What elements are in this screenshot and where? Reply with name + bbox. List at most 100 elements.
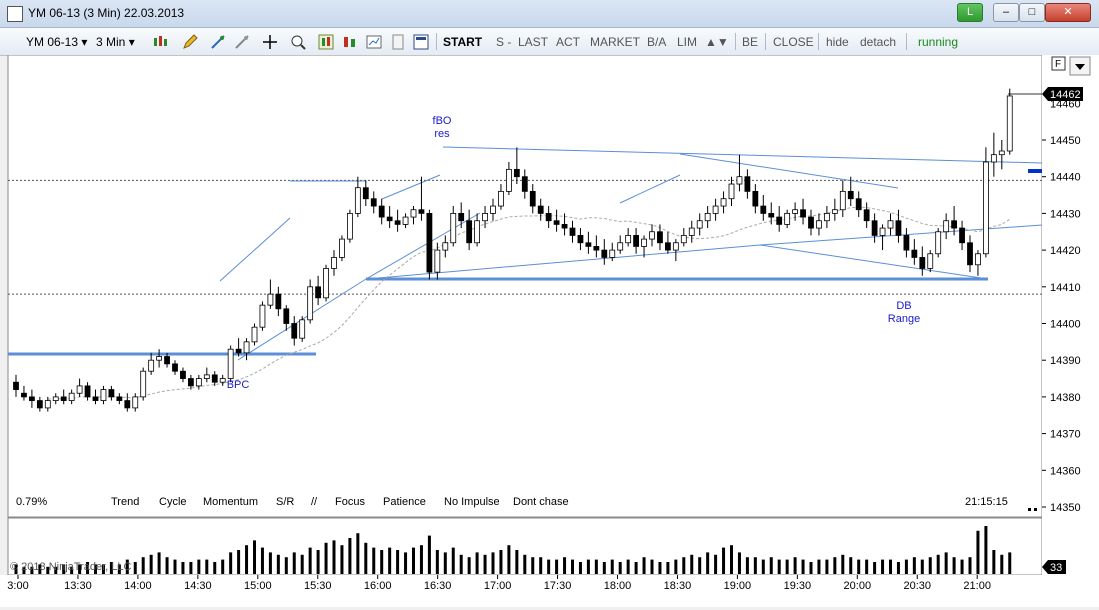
candle-body — [951, 220, 957, 229]
strategy-icon[interactable] — [234, 34, 250, 50]
candle-body — [36, 400, 43, 409]
volume-bar — [316, 550, 320, 574]
be-button[interactable]: BE — [742, 35, 758, 49]
toolbar-separator — [735, 33, 736, 50]
zoom-icon[interactable] — [290, 34, 306, 50]
start-button[interactable]: START — [443, 35, 482, 49]
maximize-icon[interactable]: □ — [1019, 3, 1045, 22]
volume-bar — [873, 562, 877, 574]
price-tick-label: 14390 — [1050, 355, 1081, 367]
volume-bar — [865, 559, 869, 574]
candle-body — [84, 385, 91, 398]
act-button[interactable]: ACT — [556, 35, 580, 49]
volume-bar — [443, 552, 447, 574]
candle-body — [108, 389, 115, 398]
panel-icon[interactable] — [413, 34, 429, 50]
indicator-icon[interactable] — [210, 34, 226, 50]
candle-body — [370, 198, 377, 207]
volume-bar — [332, 540, 336, 574]
price-chart[interactable]: 14450 14440 14430 14420 14410 14400 14390 14380… — [0, 54, 1099, 607]
volume-bar — [936, 554, 940, 574]
last-button[interactable]: LAST — [518, 35, 548, 49]
volume-bar — [594, 559, 598, 574]
close-position-button[interactable]: CLOSE — [773, 35, 814, 49]
detach-button[interactable]: detach — [860, 35, 896, 49]
status-label: running — [918, 35, 959, 49]
footer-label: Momentum — [203, 496, 258, 508]
candle-body — [728, 183, 735, 200]
lim-button[interactable]: LIM — [677, 35, 697, 49]
candle-body — [935, 231, 942, 255]
time-tick-label: 17:00 — [484, 580, 512, 592]
crosshair-icon[interactable] — [262, 34, 278, 50]
volume-bar — [205, 559, 209, 574]
minimize-icon[interactable]: – — [993, 3, 1019, 22]
candle-body — [450, 212, 457, 244]
hide-button[interactable]: hide — [826, 35, 849, 49]
chart-area[interactable]: 14450 14440 14430 14420 14410 14400 14390 14380… — [0, 54, 1099, 607]
candle-body — [887, 220, 894, 229]
volume-bar — [165, 557, 169, 574]
volume-bar — [809, 562, 813, 574]
s-button[interactable]: S - — [496, 35, 511, 49]
market-button[interactable]: MARKET — [590, 35, 640, 49]
panel-handle-dot — [1034, 508, 1037, 511]
title-bar: YM 06-13 (3 Min) 22.03.2013 L – □ ✕ — [0, 0, 1099, 28]
toolbar-separator — [765, 33, 766, 50]
chart-trader-icon[interactable] — [318, 34, 334, 50]
candle-body — [1006, 95, 1013, 152]
panel-handle-dot — [1028, 508, 1031, 511]
ba-button[interactable]: B/A — [647, 35, 666, 49]
volume-bar — [547, 559, 551, 574]
candle-body — [529, 190, 536, 207]
candle-body — [712, 205, 719, 214]
bar-icon[interactable] — [342, 34, 358, 50]
candle-body — [744, 176, 751, 192]
volume-bar — [801, 559, 805, 574]
volume-bar — [896, 562, 900, 574]
volume-bar — [849, 557, 853, 574]
chart-annotation: DB — [896, 300, 911, 312]
candle-body — [490, 205, 496, 214]
candle-body — [156, 356, 163, 361]
candle-body — [315, 286, 322, 299]
volume-bar — [133, 562, 137, 574]
chevron-down-icon: ▾ — [128, 35, 135, 49]
candle-body — [402, 216, 409, 225]
volume-bar — [642, 557, 646, 574]
candle-body — [474, 220, 481, 244]
candle-body — [219, 378, 226, 383]
link-button[interactable]: L — [957, 3, 983, 22]
up-down-arrows-icon[interactable]: ▲▼ — [705, 35, 729, 49]
volume-bar — [555, 559, 559, 574]
footer-label: Trend — [111, 496, 139, 508]
candle-body — [919, 257, 926, 269]
candlestick-style-icon[interactable] — [152, 34, 168, 50]
volume-bar — [769, 557, 773, 574]
interval-selector[interactable]: 3 Min ▾ — [96, 35, 135, 49]
volume-bar — [690, 554, 694, 574]
candle-body — [983, 161, 989, 255]
volume-bar — [730, 545, 733, 574]
data-box-icon[interactable] — [366, 34, 382, 50]
candle-body — [736, 176, 743, 185]
volume-bar — [388, 547, 392, 574]
candle-body — [331, 257, 337, 269]
instrument-selector[interactable]: YM 06-13 ▾ — [26, 35, 87, 49]
candle-body — [307, 286, 314, 321]
volume-bar — [253, 540, 256, 574]
price-tick-label: 14350 — [1050, 502, 1081, 514]
candle-body — [251, 326, 258, 343]
volume-bar — [451, 547, 455, 574]
close-icon[interactable]: ✕ — [1045, 3, 1091, 22]
candle-body — [466, 220, 473, 244]
candle-body — [68, 392, 75, 401]
pencil-icon[interactable] — [182, 34, 198, 50]
properties-icon[interactable] — [390, 34, 406, 50]
time-tick-label: 15:00 — [244, 580, 272, 592]
volume-bar — [237, 550, 241, 574]
volume-bar — [483, 554, 487, 574]
volume-bar — [745, 557, 749, 574]
time-tick-label: 3:00 — [7, 580, 28, 592]
candle-body — [824, 212, 830, 222]
